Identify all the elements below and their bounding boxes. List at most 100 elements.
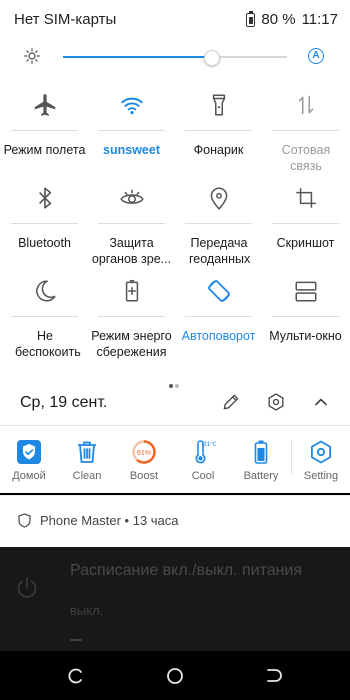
tile-separator — [272, 130, 339, 131]
tile-label: Мульти-окно — [269, 329, 342, 343]
background-settings-item: Расписание вкл./выкл. питания выкл. — [0, 547, 350, 651]
phone-master-notification[interactable]: Phone Master • 13 часа — [0, 495, 350, 548]
toolbar-boost-button[interactable]: 61% Boost — [119, 427, 169, 493]
tile-bluetooth[interactable]: Bluetooth — [1, 185, 88, 277]
tile-label: sunsweet — [103, 143, 160, 157]
toolbar-label: Setting — [303, 470, 339, 482]
brightness-thumb[interactable] — [204, 50, 220, 66]
tile-separator — [98, 130, 165, 131]
tile-autorotate[interactable]: Автоповорот — [175, 278, 262, 370]
edit-icon[interactable] — [221, 392, 241, 412]
tile-multiwindow[interactable]: Мульти-окно — [262, 278, 349, 370]
tile-do-not-disturb[interactable]: Не беспокоить — [1, 278, 88, 370]
tile-flashlight[interactable]: Фонарик — [175, 92, 262, 184]
notification-text: Phone Master • 13 часа — [40, 513, 179, 528]
tile-label: Фонарик — [193, 143, 244, 157]
battery-saver-icon — [125, 279, 139, 302]
brightness-row: A — [0, 40, 350, 72]
quick-settings-panel: Нет SIM-карты 80 % 11:17 A Режим полета — [0, 0, 350, 427]
boost-icon: 61% — [132, 440, 156, 464]
trash-icon — [78, 441, 96, 463]
toolbar-divider — [291, 441, 292, 475]
moon-icon — [36, 280, 56, 302]
setting-hex-icon — [311, 440, 331, 464]
autorotate-icon — [208, 280, 230, 302]
tile-separator — [98, 223, 165, 224]
wifi-icon — [121, 97, 143, 115]
status-right: 80 % 11:17 — [246, 10, 338, 28]
tile-airplane-mode[interactable]: Режим полета — [1, 92, 88, 184]
tile-location[interactable]: Передача геоданных — [175, 185, 262, 277]
cool-value: 31°C — [203, 440, 216, 448]
tile-label: Режим полета — [3, 143, 86, 157]
toolbar-cool-button[interactable]: 31°C Cool — [178, 427, 228, 493]
toolbar-battery-button[interactable]: Battery — [236, 427, 286, 493]
location-icon — [210, 187, 228, 210]
toolbar-label: Домой — [12, 470, 46, 482]
toolbar-clean-button[interactable]: Clean — [62, 427, 112, 493]
carrier-label: Нет SIM-карты — [14, 11, 117, 28]
toolbar-label: Boost — [129, 470, 159, 482]
multiwindow-icon — [295, 281, 317, 302]
navigation-bar — [0, 651, 350, 700]
toolbar-home-button[interactable]: Домой — [4, 427, 54, 493]
tile-separator — [11, 223, 78, 224]
airplane-icon — [34, 94, 56, 116]
screenshot-icon — [296, 188, 316, 208]
clock: 11:17 — [301, 11, 338, 28]
tile-mobile-data[interactable]: Сотовая связь — [262, 92, 349, 184]
tile-separator — [185, 316, 252, 317]
thermometer-icon: 31°C — [195, 440, 216, 464]
date-label: Ср, 19 сент. — [20, 394, 108, 411]
back-icon[interactable] — [67, 667, 85, 685]
tile-label: Bluetooth — [18, 236, 71, 250]
collapse-icon[interactable] — [311, 392, 331, 412]
tile-wifi[interactable]: sunsweet — [88, 92, 175, 184]
flashlight-icon — [212, 94, 226, 116]
tile-label: Автоповорот — [181, 329, 256, 343]
tile-separator — [11, 316, 78, 317]
tile-screenshot[interactable]: Скриншот — [262, 185, 349, 277]
item-subtitle: выкл. — [70, 603, 104, 618]
brightness-slider[interactable] — [63, 50, 287, 66]
tile-separator — [98, 316, 165, 317]
item-title: Расписание вкл./выкл. питания — [70, 562, 303, 579]
shield-icon — [18, 513, 31, 528]
power-icon — [17, 577, 37, 598]
tile-separator — [11, 130, 78, 131]
home-icon[interactable] — [166, 667, 184, 685]
tile-power-saving[interactable]: Режим энерго сбережения — [88, 278, 175, 370]
toolbar-label: Cool — [191, 470, 215, 482]
bluetooth-icon — [39, 187, 52, 209]
tile-separator — [185, 130, 252, 131]
tile-eye-protection[interactable]: Защита органов зре... — [88, 185, 175, 277]
phone-master-toolbar: Домой Clean 61% Boost 31°C Cool Battery … — [0, 427, 350, 493]
brightness-icon — [24, 48, 40, 64]
toolbar-setting-button[interactable]: Setting — [296, 427, 346, 493]
boost-value: 61% — [137, 450, 151, 457]
tile-label: Скриншот — [276, 236, 335, 250]
battery-icon — [254, 440, 268, 464]
tile-separator — [185, 223, 252, 224]
tile-separator — [272, 316, 339, 317]
date-row: Ср, 19 сент. — [0, 385, 350, 426]
tile-label: Передача геоданных — [189, 236, 251, 266]
battery-percent: 80 % — [261, 11, 296, 28]
recents-icon[interactable] — [264, 667, 282, 685]
auto-brightness-toggle[interactable]: A — [308, 48, 324, 64]
battery-status-icon — [246, 10, 256, 27]
tile-separator — [272, 223, 339, 224]
brightness-fill — [63, 56, 211, 58]
tile-label: Не беспокоить — [15, 329, 81, 359]
tile-label: Режим энерго сбережения — [91, 329, 172, 359]
toolbar-label: Clean — [72, 470, 102, 482]
tile-label: Сотовая связь — [281, 143, 331, 173]
home-shield-icon — [17, 440, 41, 464]
status-bar: Нет SIM-карты 80 % 11:17 — [0, 0, 350, 38]
item-divider — [70, 639, 82, 641]
mobile-data-icon — [298, 95, 314, 115]
settings-icon[interactable] — [266, 392, 286, 412]
eye-icon — [120, 189, 144, 204]
tile-label: Защита органов зре... — [91, 236, 172, 266]
toolbar-label: Battery — [243, 470, 279, 482]
